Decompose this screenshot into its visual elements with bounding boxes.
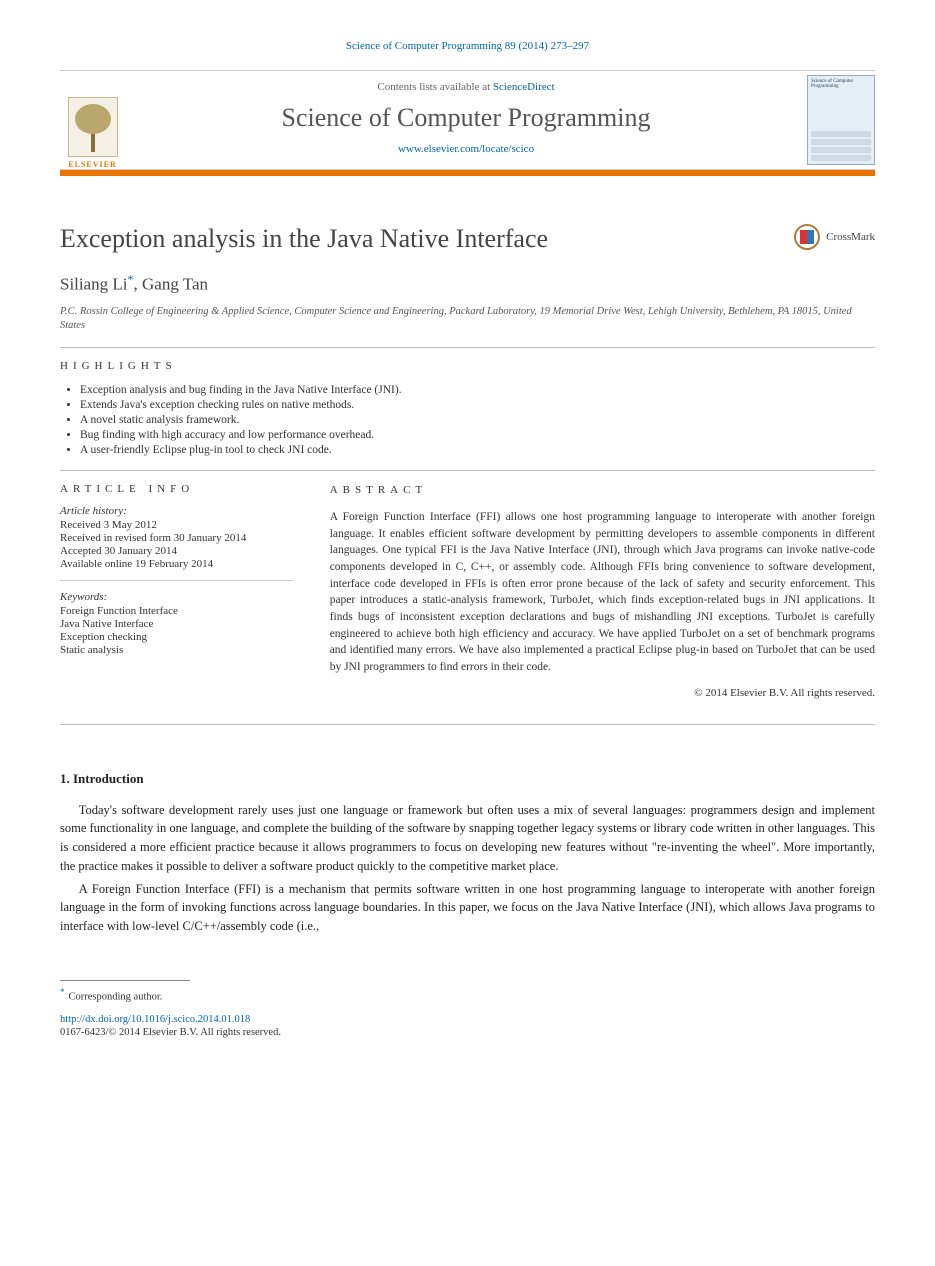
header-citation[interactable]: Science of Computer Programming 89 (2014… — [60, 40, 875, 52]
abstract-copyright: © 2014 Elsevier B.V. All rights reserved… — [330, 686, 875, 702]
divider — [60, 580, 294, 581]
article-info-heading: article info — [60, 483, 294, 495]
footer-copyright: 0167-6423/© 2014 Elsevier B.V. All right… — [60, 1027, 875, 1038]
keyword: Java Native Interface — [60, 618, 294, 630]
section-number: 1. — [60, 771, 70, 786]
cover-caption: Science of Computer Programming — [811, 79, 871, 89]
doi-link[interactable]: http://dx.doi.org/10.1016/j.scico.2014.0… — [60, 1014, 875, 1025]
header-accent-rule — [60, 170, 875, 176]
header-center: Contents lists available at ScienceDirec… — [137, 71, 795, 169]
journal-header: ELSEVIER Contents lists available at Sci… — [60, 70, 875, 170]
section-heading: 1. Introduction — [60, 771, 875, 787]
history-title: Article history: — [60, 505, 294, 517]
keyword: Static analysis — [60, 644, 294, 656]
crossmark-icon — [794, 224, 820, 250]
highlight-item: Extends Java's exception checking rules … — [80, 399, 875, 411]
author-1: Siliang Li — [60, 275, 128, 294]
abstract-heading: abstract — [330, 483, 875, 499]
section-title: Introduction — [73, 771, 144, 786]
keywords-title: Keywords: — [60, 591, 294, 603]
highlight-item: A user-friendly Eclipse plug-in tool to … — [80, 444, 875, 456]
highlights-list: Exception analysis and bug finding in th… — [60, 384, 875, 456]
history-line: Available online 19 February 2014 — [60, 558, 294, 570]
footnote-rule — [60, 980, 190, 981]
highlights-heading: highlights — [60, 360, 875, 372]
body-paragraph: A Foreign Function Interface (FFI) is a … — [60, 880, 875, 936]
abstract-column: abstract A Foreign Function Interface (F… — [330, 483, 875, 702]
history-line: Accepted 30 January 2014 — [60, 545, 294, 557]
citation-link[interactable]: Science of Computer Programming 89 (2014… — [346, 40, 589, 52]
journal-homepage-link[interactable]: www.elsevier.com/locate/scico — [398, 143, 534, 155]
article-info-column: article info Article history: Received 3… — [60, 483, 294, 702]
sciencedirect-link[interactable]: ScienceDirect — [493, 81, 555, 93]
contents-lists-line: Contents lists available at ScienceDirec… — [137, 81, 795, 93]
keyword: Exception checking — [60, 631, 294, 643]
crossmark-badge[interactable]: CrossMark — [794, 224, 875, 250]
corresponding-footnote: * Corresponding author. — [60, 987, 875, 1003]
history-line: Received 3 May 2012 — [60, 519, 294, 531]
crossmark-label: CrossMark — [826, 231, 875, 243]
journal-cover-thumb[interactable]: Science of Computer Programming — [807, 71, 875, 169]
footnote-text: Corresponding author. — [69, 991, 163, 1002]
highlight-item: Bug finding with high accuracy and low p… — [80, 429, 875, 441]
author-separator: , — [134, 275, 143, 294]
divider — [60, 724, 875, 725]
publisher-logo-block: ELSEVIER — [60, 71, 125, 169]
divider — [60, 347, 875, 348]
affiliation: P.C. Rossin College of Engineering & App… — [60, 305, 875, 333]
highlight-item: A novel static analysis framework. — [80, 414, 875, 426]
author-2: Gang Tan — [142, 275, 208, 294]
abstract-text: A Foreign Function Interface (FFI) allow… — [330, 509, 875, 676]
keyword: Foreign Function Interface — [60, 605, 294, 617]
highlight-item: Exception analysis and bug finding in th… — [80, 384, 875, 396]
footnote-star-icon: * — [60, 987, 65, 997]
journal-title: Science of Computer Programming — [137, 103, 795, 133]
history-line: Received in revised form 30 January 2014 — [60, 532, 294, 544]
contents-prefix: Contents lists available at — [377, 81, 492, 93]
body-paragraph: Today's software development rarely uses… — [60, 801, 875, 876]
article-title: Exception analysis in the Java Native In… — [60, 224, 548, 254]
elsevier-tree-icon — [68, 97, 118, 157]
authors-line: Siliang Li*, Gang Tan — [60, 272, 875, 295]
divider — [60, 470, 875, 471]
publisher-name: ELSEVIER — [68, 160, 116, 169]
